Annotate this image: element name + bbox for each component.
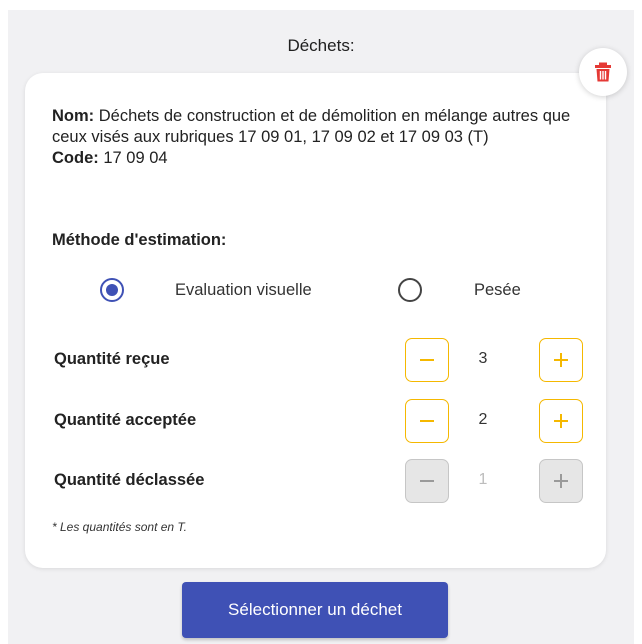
estimation-radio-group: Evaluation visuelle Pesée	[25, 278, 606, 308]
radio-weighing-label[interactable]: Pesée	[474, 281, 521, 300]
code-label: Code:	[52, 149, 99, 167]
minus-icon	[420, 480, 434, 482]
quantity-downgraded-decrement-button	[405, 459, 449, 503]
name-label: Nom:	[52, 107, 95, 125]
units-note: * Les quantités sont en T.	[52, 520, 187, 534]
quantity-received-increment-button[interactable]	[539, 338, 583, 382]
quantity-downgraded-increment-button	[539, 459, 583, 503]
trash-icon	[595, 62, 611, 82]
quantity-received-value: 3	[478, 350, 488, 367]
quantity-accepted-decrement-button[interactable]	[405, 399, 449, 443]
estimation-method-label: Méthode d'estimation:	[52, 231, 227, 249]
quantity-downgraded-value: 1	[478, 471, 488, 488]
plus-icon	[554, 474, 568, 488]
plus-icon	[554, 353, 568, 367]
section-title: Déchets:	[287, 36, 355, 55]
delete-waste-button[interactable]	[579, 48, 627, 96]
quantity-downgraded-label: Quantité déclassée	[54, 471, 205, 489]
radio-visual-evaluation[interactable]	[100, 278, 124, 302]
waste-panel: Déchets: Nom: Déchets de construction et…	[8, 10, 634, 644]
name-value: Déchets de construction et de démolition…	[52, 107, 571, 146]
radio-weighing[interactable]	[398, 278, 422, 302]
quantity-received-decrement-button[interactable]	[405, 338, 449, 382]
quantity-accepted-label: Quantité acceptée	[54, 411, 197, 429]
waste-info: Nom: Déchets de construction et de démol…	[52, 106, 572, 169]
quantity-accepted-value: 2	[478, 411, 488, 428]
waste-card: Nom: Déchets de construction et de démol…	[25, 73, 606, 568]
code-value: 17 09 04	[103, 149, 168, 167]
quantity-received-label: Quantité reçue	[54, 350, 170, 368]
quantity-received-row: Quantité reçue 3	[25, 338, 606, 382]
quantity-downgraded-row: Quantité déclassée 1	[25, 459, 606, 503]
select-waste-button[interactable]: Sélectionner un déchet	[182, 582, 448, 638]
quantity-accepted-row: Quantité acceptée 2	[25, 399, 606, 443]
minus-icon	[420, 359, 434, 361]
plus-icon	[554, 414, 568, 428]
radio-visual-evaluation-label[interactable]: Evaluation visuelle	[175, 281, 312, 300]
quantity-accepted-increment-button[interactable]	[539, 399, 583, 443]
minus-icon	[420, 420, 434, 422]
